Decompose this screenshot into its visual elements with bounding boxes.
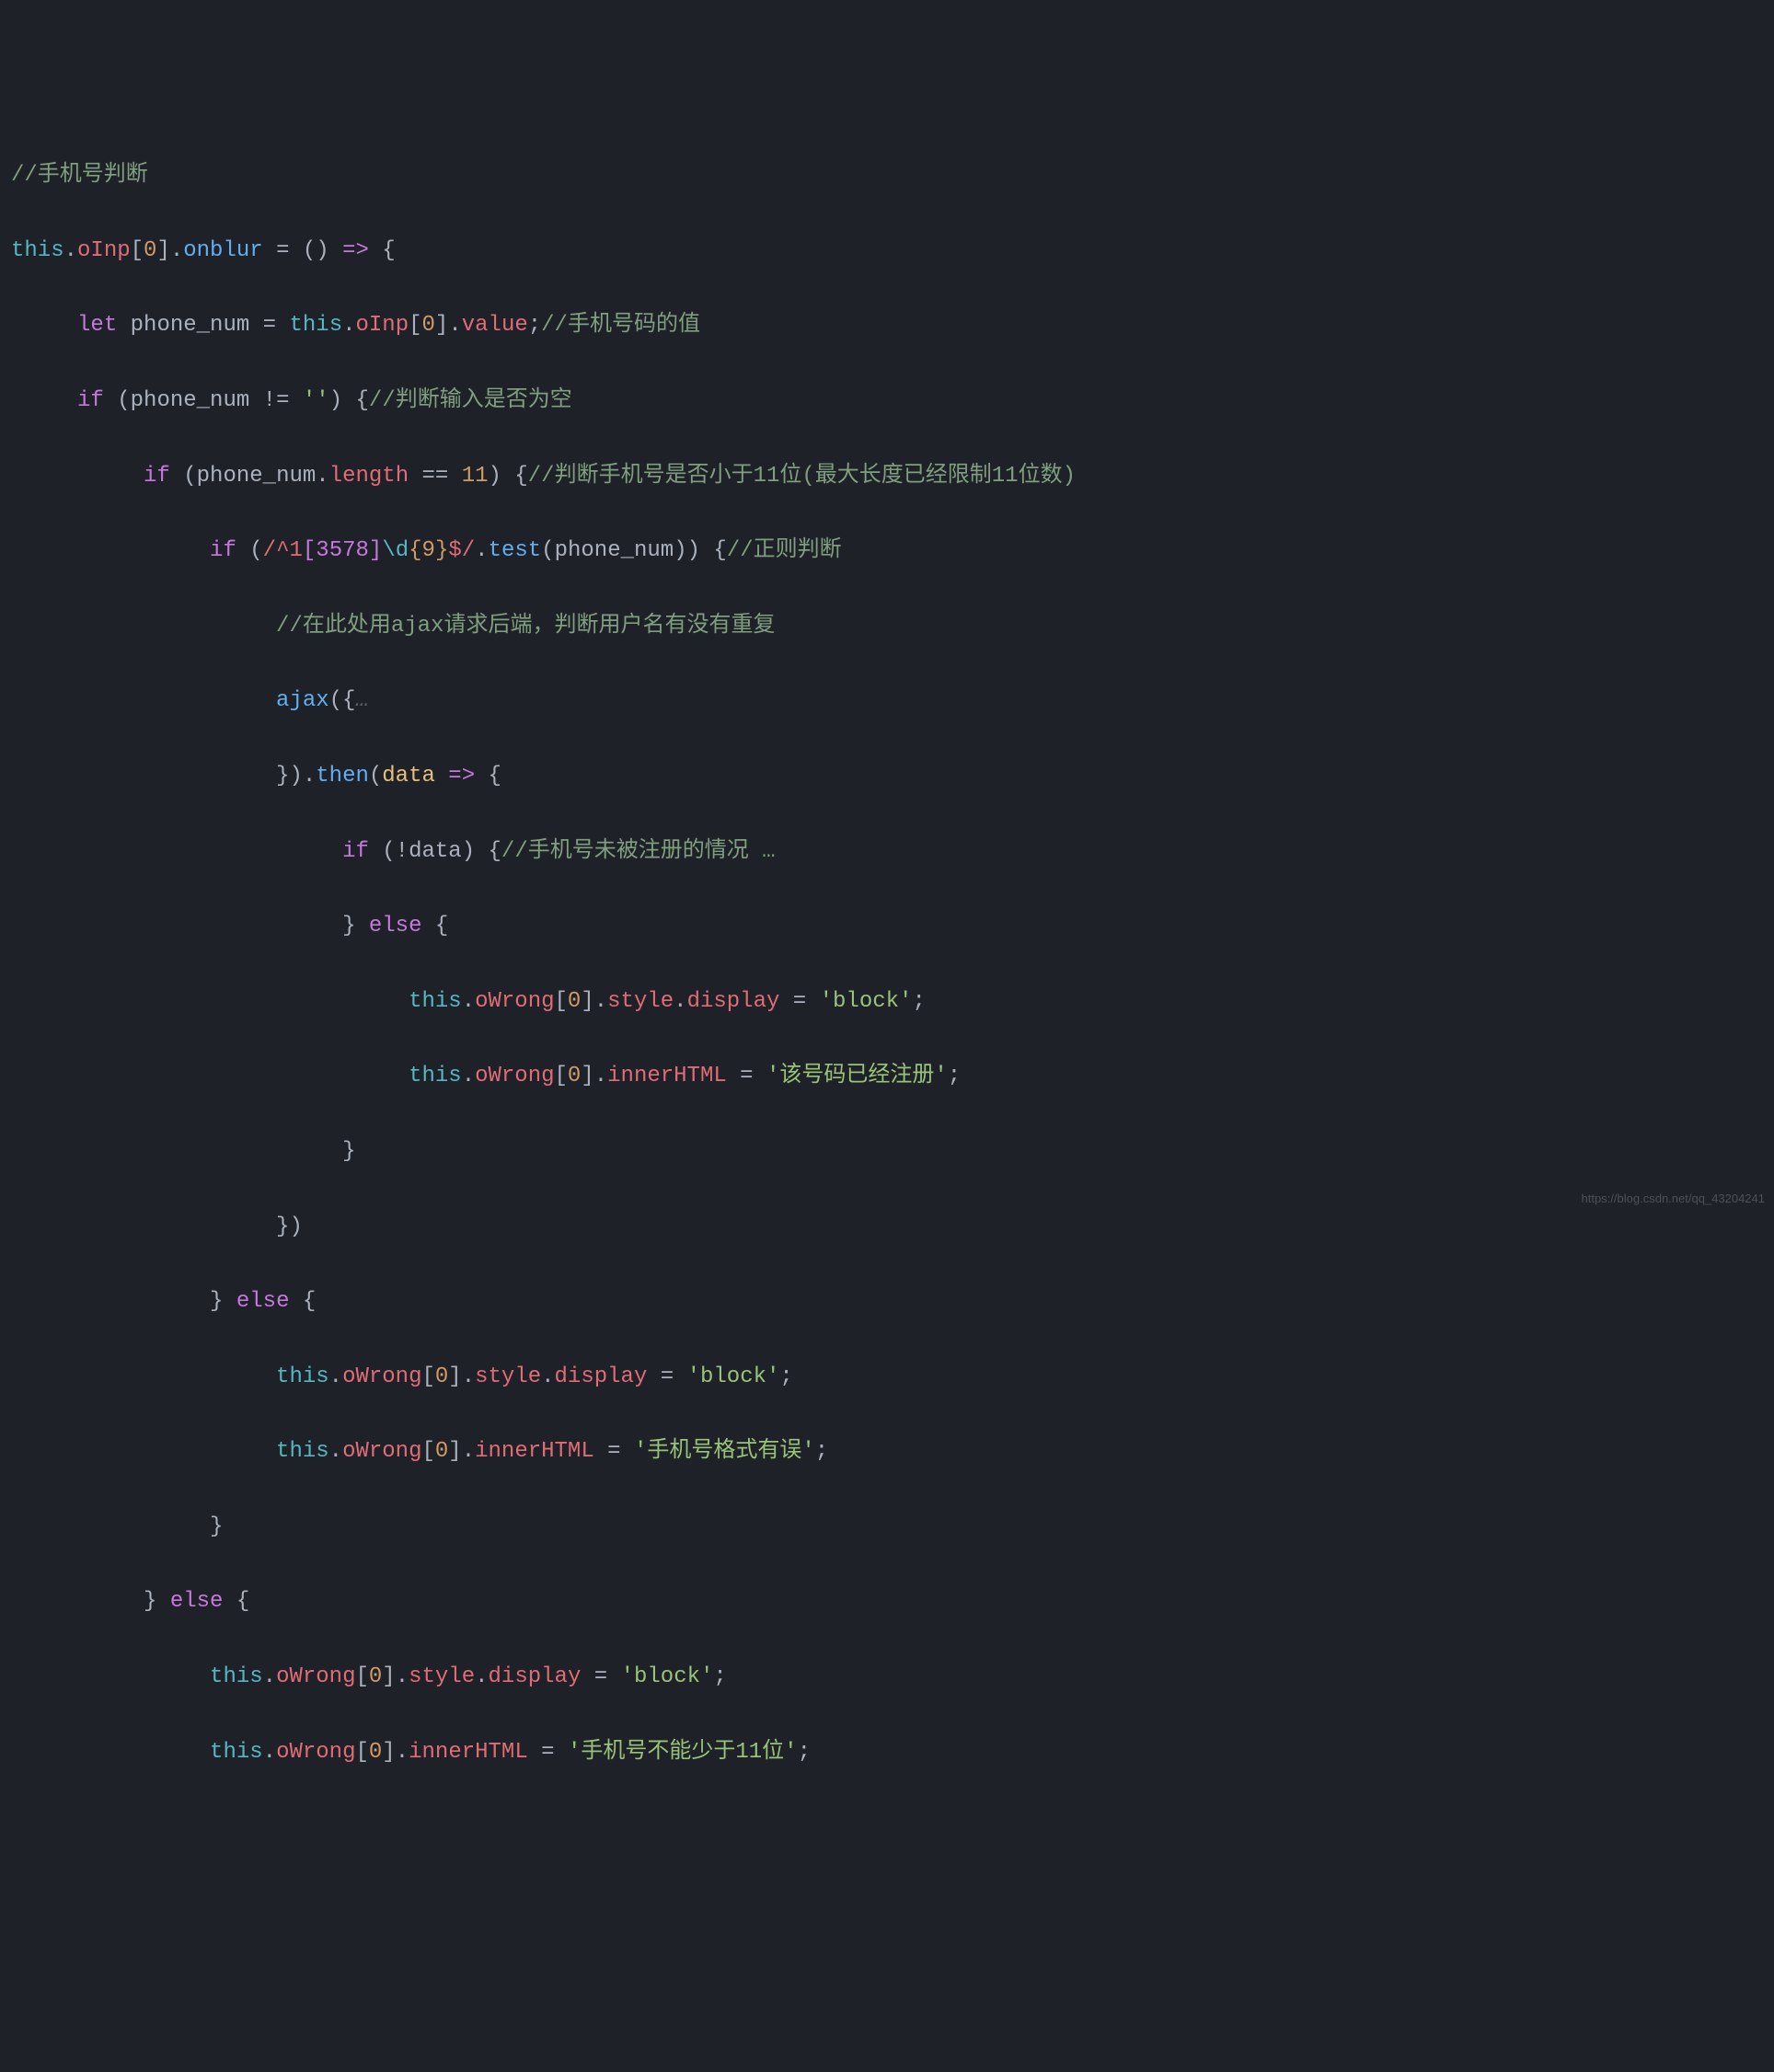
code-block: //手机号判断 this.oInp[0].onblur = () => { le… bbox=[11, 157, 1774, 1809]
kw-else: else bbox=[369, 914, 422, 938]
prop: onblur bbox=[183, 238, 262, 263]
comment: //正则判断 bbox=[727, 538, 842, 563]
kw-this: this bbox=[11, 238, 64, 263]
comment: //在此处用ajax请求后端，判断用户名有没有重复 bbox=[276, 614, 775, 639]
arrow: => bbox=[342, 238, 369, 263]
string: '手机号不能少于11位' bbox=[568, 1740, 798, 1765]
number: 11 bbox=[462, 464, 489, 489]
comment: //手机号码的值 bbox=[541, 313, 700, 338]
comment: //判断输入是否为空 bbox=[369, 388, 572, 413]
method-then: then bbox=[316, 764, 369, 789]
fn-ajax: ajax bbox=[276, 688, 329, 713]
string: '' bbox=[303, 388, 329, 413]
string: '该号码已经注册' bbox=[766, 1064, 948, 1088]
prop: oInp bbox=[77, 238, 131, 263]
comment: //手机号判断 bbox=[11, 163, 148, 188]
var: phone_num bbox=[131, 313, 250, 338]
kw-let: let bbox=[77, 313, 117, 338]
comment: //判断手机号是否小于11位(最大长度已经限制11位数) bbox=[528, 464, 1076, 489]
fold-ellipsis: … bbox=[355, 688, 368, 713]
regex: /^1[3578]\d{9}$/ bbox=[263, 538, 475, 563]
param: data bbox=[382, 764, 435, 789]
method-test: test bbox=[489, 538, 542, 563]
string: '手机号格式有误' bbox=[634, 1439, 815, 1464]
source-watermark: https://blog.csdn.net/qq_43204241 bbox=[1582, 1189, 1766, 1209]
comment: //手机号未被注册的情况 … bbox=[501, 839, 776, 864]
index: 0 bbox=[144, 238, 156, 263]
string: 'block' bbox=[820, 989, 913, 1014]
kw-if: if bbox=[77, 388, 104, 413]
